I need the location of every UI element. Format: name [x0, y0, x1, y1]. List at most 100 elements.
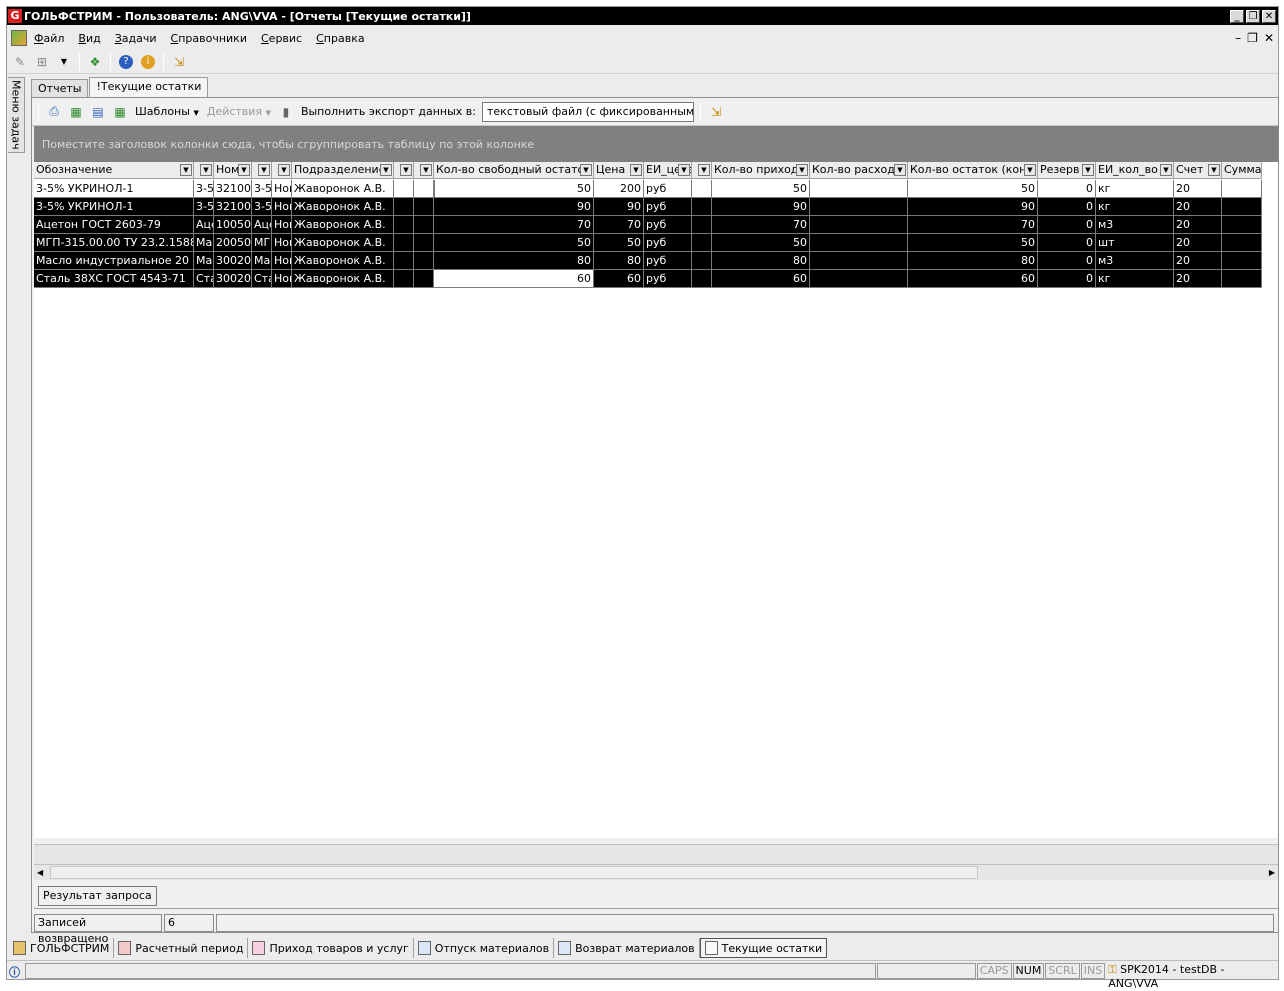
- table-cell[interactable]: 20: [1174, 198, 1222, 216]
- table-row[interactable]: Ацетон ГОСТ 2603-79Аце100500АцеНомЖаворо…: [34, 216, 1262, 234]
- table-cell[interactable]: Мас: [194, 252, 214, 270]
- table-cell[interactable]: 70: [594, 216, 644, 234]
- column-filter-icon[interactable]: ▼: [180, 164, 192, 176]
- task-menu-side-tab[interactable]: Меню задач: [8, 77, 25, 153]
- table-cell[interactable]: Ацетон ГОСТ 2603-79: [34, 216, 194, 234]
- column-header[interactable]: ЕИ_цена ▼: [644, 162, 692, 179]
- table-cell[interactable]: шт: [1096, 234, 1174, 252]
- table-cell[interactable]: 60: [908, 270, 1038, 288]
- column-filter-icon[interactable]: ▼: [580, 164, 592, 176]
- table-cell[interactable]: МГП: [252, 234, 272, 252]
- menu-view[interactable]: Вид: [71, 32, 107, 45]
- table-cell[interactable]: [810, 180, 908, 198]
- table-cell[interactable]: руб: [644, 198, 692, 216]
- task-material-issue[interactable]: Отпуск материалов: [414, 938, 555, 958]
- table-cell[interactable]: 50: [908, 234, 1038, 252]
- table-row[interactable]: МГП-315.00.00 ТУ 23.2.1588-8Ма200500МГПН…: [34, 234, 1262, 252]
- table-cell[interactable]: 60: [712, 270, 810, 288]
- table-cell[interactable]: 200500: [214, 234, 252, 252]
- table-cell[interactable]: 90: [712, 198, 810, 216]
- table-cell[interactable]: 3-5: [252, 180, 272, 198]
- table-cell[interactable]: [394, 252, 414, 270]
- column-header[interactable]: Обозначение ▼: [34, 162, 194, 179]
- column-filter-icon[interactable]: ▼: [200, 164, 212, 176]
- table-cell[interactable]: [1222, 216, 1262, 234]
- table-cell[interactable]: [394, 180, 414, 198]
- table-cell[interactable]: Жаворонок А.В.: [292, 270, 394, 288]
- table-cell[interactable]: 60: [594, 270, 644, 288]
- table-cell[interactable]: Мас: [252, 252, 272, 270]
- export-excel-icon[interactable]: ▦: [67, 103, 85, 121]
- table-cell[interactable]: 3-5% УКРИНОЛ-1: [34, 198, 194, 216]
- tab-current-balances[interactable]: !Текущие остатки: [89, 77, 209, 97]
- table-cell[interactable]: [692, 180, 712, 198]
- column-filter-icon[interactable]: ▼: [420, 164, 432, 176]
- group-by-area[interactable]: Поместите заголовок колонки сюда, чтобы …: [34, 126, 1278, 162]
- table-cell[interactable]: Ста: [252, 270, 272, 288]
- exit-icon[interactable]: ⇲: [170, 53, 188, 71]
- column-filter-icon[interactable]: ▼: [698, 164, 710, 176]
- table-cell[interactable]: Ном: [272, 270, 292, 288]
- table-cell[interactable]: 20: [1174, 252, 1222, 270]
- mdi-minimize-button[interactable]: –: [1235, 31, 1241, 45]
- table-row[interactable]: 3-5% УКРИНОЛ-13-53210003-5НомЖаворонок А…: [34, 180, 1262, 198]
- minimize-button[interactable]: _: [1230, 9, 1244, 23]
- menu-tasks[interactable]: Задачи: [108, 32, 164, 45]
- table-cell[interactable]: [692, 198, 712, 216]
- print-icon[interactable]: ⎙: [45, 103, 63, 121]
- table-cell[interactable]: [1222, 234, 1262, 252]
- menu-file[interactable]: Файл: [27, 32, 71, 45]
- scroll-left-icon[interactable]: ◀: [34, 868, 43, 877]
- table-cell[interactable]: руб: [644, 216, 692, 234]
- table-cell[interactable]: [810, 234, 908, 252]
- column-filter-icon[interactable]: ▼: [238, 164, 250, 176]
- table-cell[interactable]: [414, 234, 434, 252]
- table-cell[interactable]: [692, 270, 712, 288]
- about-icon[interactable]: i: [139, 53, 157, 71]
- menu-help[interactable]: Справка: [309, 32, 371, 45]
- column-header[interactable]: ЕИ_кол_во ▼: [1096, 162, 1174, 179]
- table-cell[interactable]: [692, 216, 712, 234]
- column-filter-icon[interactable]: ▼: [258, 164, 270, 176]
- table-cell[interactable]: 20: [1174, 234, 1222, 252]
- table-cell[interactable]: 0: [1038, 216, 1096, 234]
- table-cell[interactable]: м3: [1096, 252, 1174, 270]
- table-cell[interactable]: [692, 234, 712, 252]
- templates-menu[interactable]: Шаблоны ▼: [133, 105, 201, 118]
- table-cell[interactable]: Жаворонок А.В.: [292, 234, 394, 252]
- column-header[interactable]: Кол-во расход ▼: [810, 162, 908, 179]
- table-cell[interactable]: [414, 270, 434, 288]
- table-cell[interactable]: 70: [712, 216, 810, 234]
- task-current-balances[interactable]: Текущие остатки: [699, 938, 828, 958]
- table-cell[interactable]: 300200: [214, 270, 252, 288]
- column-header[interactable]: ▼: [194, 162, 214, 179]
- table-cell[interactable]: 0: [1038, 252, 1096, 270]
- column-header[interactable]: Кол-во приход ▼: [712, 162, 810, 179]
- column-header[interactable]: ▼: [252, 162, 272, 179]
- table-cell[interactable]: 20: [1174, 270, 1222, 288]
- menu-service[interactable]: Сервис: [254, 32, 309, 45]
- table-cell[interactable]: Ном: [272, 180, 292, 198]
- column-filter-icon[interactable]: ▼: [1208, 164, 1220, 176]
- table-cell[interactable]: 90: [908, 198, 1038, 216]
- export-table-icon[interactable]: ▦: [111, 103, 129, 121]
- table-cell[interactable]: [414, 252, 434, 270]
- tab-reports[interactable]: Отчеты: [31, 79, 89, 97]
- table-cell[interactable]: МГП-315.00.00 ТУ 23.2.1588-8: [34, 234, 194, 252]
- export-target-select[interactable]: текстовый файл (с фиксированным ▼: [482, 101, 694, 122]
- table-cell[interactable]: 20: [1174, 216, 1222, 234]
- table-cell[interactable]: [692, 252, 712, 270]
- menu-references[interactable]: Справочники: [164, 32, 254, 45]
- table-row[interactable]: Сталь 38ХС ГОСТ 4543-71Ста300200СтаНомЖа…: [34, 270, 1262, 288]
- table-cell[interactable]: 70: [434, 216, 594, 234]
- task-material-return[interactable]: Возврат материалов: [554, 938, 700, 958]
- table-cell[interactable]: 50: [908, 180, 1038, 198]
- table-row[interactable]: Масло индустриальное 20Мас300200МасНомЖа…: [34, 252, 1262, 270]
- column-header[interactable]: ▼: [394, 162, 414, 179]
- table-cell[interactable]: 200: [594, 180, 644, 198]
- column-header[interactable]: Сумма: [1222, 162, 1262, 179]
- table-cell[interactable]: 300200: [214, 252, 252, 270]
- table-cell[interactable]: кг: [1096, 198, 1174, 216]
- table-cell[interactable]: 3-5: [194, 198, 214, 216]
- table-cell[interactable]: 0: [1038, 198, 1096, 216]
